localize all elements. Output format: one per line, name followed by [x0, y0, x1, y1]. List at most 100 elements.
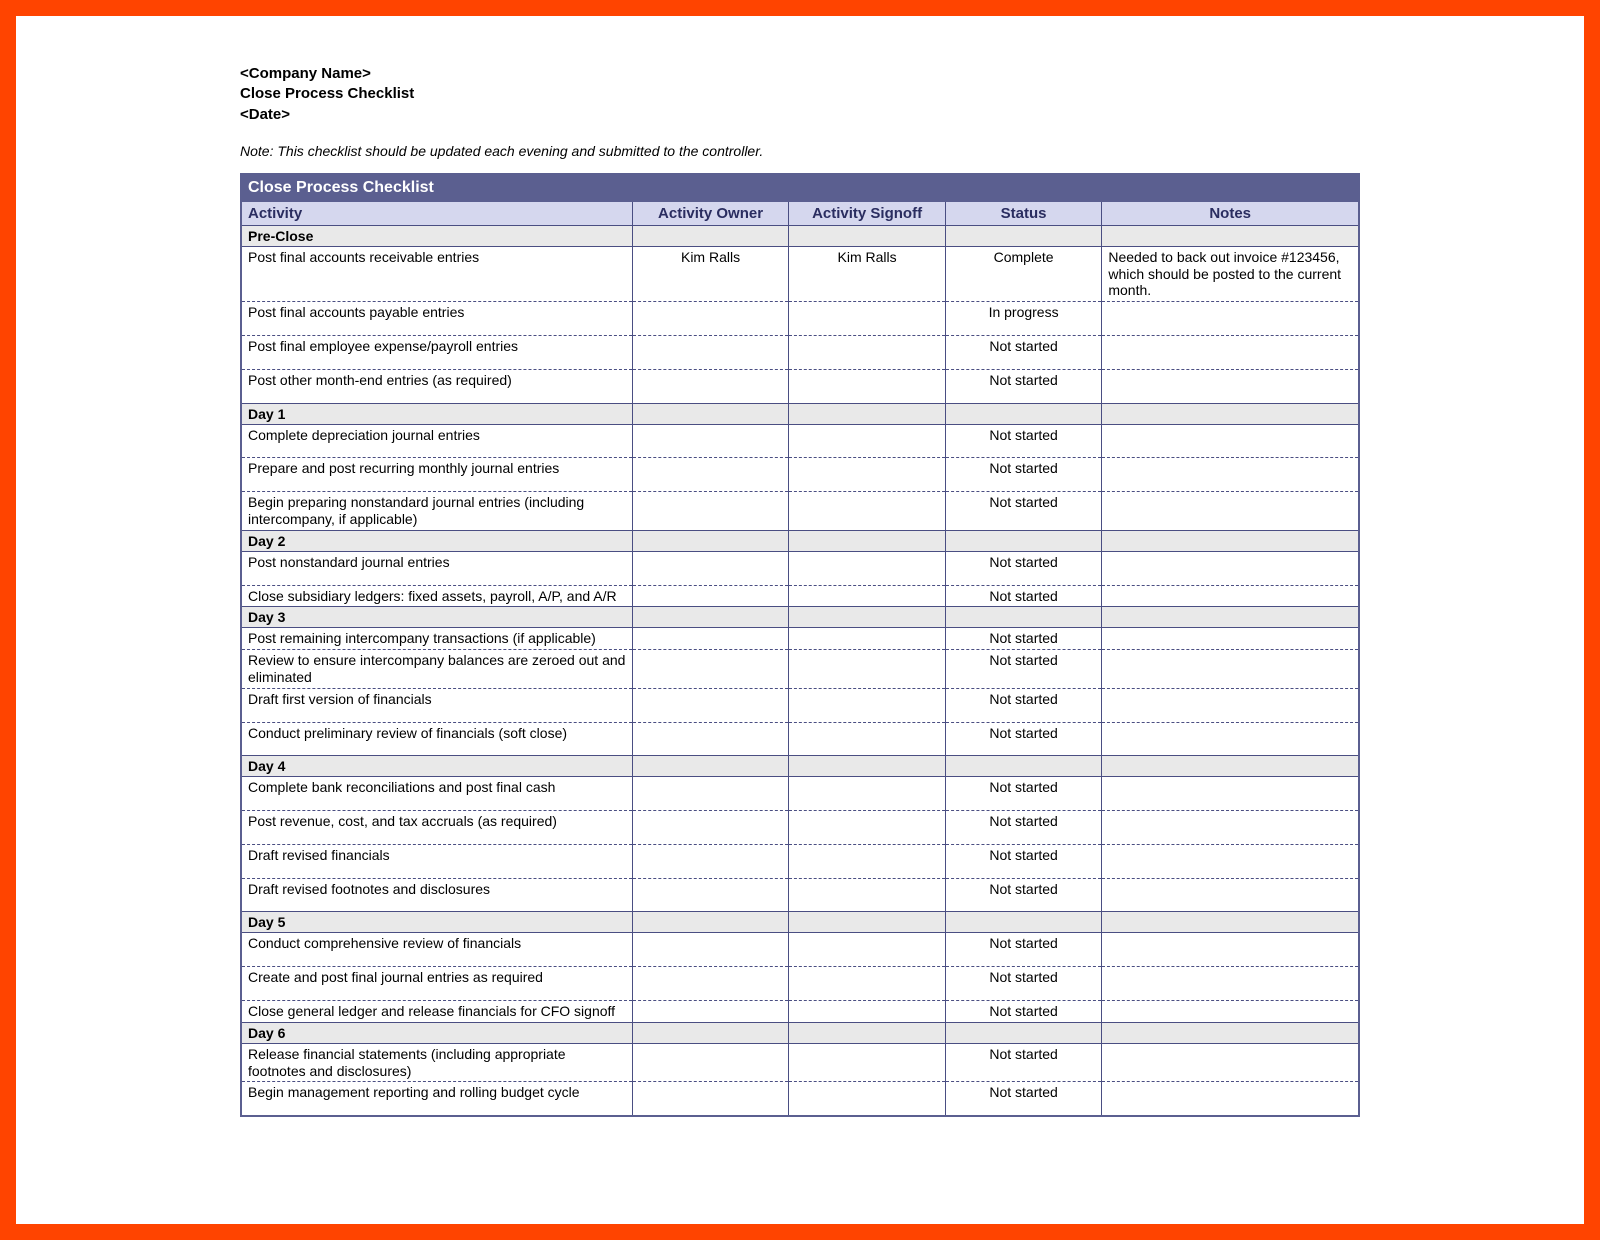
section-row: Day 5 — [241, 912, 1359, 933]
cell-signoff: Kim Ralls — [789, 246, 946, 301]
cell-activity: Draft first version of financials — [241, 688, 632, 722]
table-row: Close general ledger and release financi… — [241, 1001, 1359, 1023]
checklist-table: Close Process Checklist Activity Activit… — [240, 173, 1360, 1118]
cell-activity: Post other month-end entries (as require… — [241, 369, 632, 403]
section-row: Day 1 — [241, 403, 1359, 424]
section-empty-cell — [789, 530, 946, 551]
cell-notes: Needed to back out invoice #123456, whic… — [1102, 246, 1359, 301]
cell-signoff — [789, 551, 946, 585]
cell-notes — [1102, 492, 1359, 531]
cell-owner — [632, 369, 789, 403]
section-row: Day 4 — [241, 756, 1359, 777]
cell-owner — [632, 458, 789, 492]
cell-notes — [1102, 777, 1359, 811]
cell-status: Not started — [945, 458, 1102, 492]
section-empty-cell — [1102, 530, 1359, 551]
section-empty-cell — [632, 756, 789, 777]
table-row: Conduct preliminary review of financials… — [241, 722, 1359, 756]
cell-status: Complete — [945, 246, 1102, 301]
table-row: Begin preparing nonstandard journal entr… — [241, 492, 1359, 531]
cell-signoff — [789, 492, 946, 531]
col-notes: Notes — [1102, 201, 1359, 225]
section-label: Day 2 — [241, 530, 632, 551]
section-row: Pre-Close — [241, 225, 1359, 246]
table-row: Begin management reporting and rolling b… — [241, 1082, 1359, 1116]
cell-status: Not started — [945, 688, 1102, 722]
table-row: Release financial statements (including … — [241, 1043, 1359, 1082]
section-label: Day 3 — [241, 607, 632, 628]
section-empty-cell — [789, 225, 946, 246]
cell-notes — [1102, 551, 1359, 585]
cell-signoff — [789, 967, 946, 1001]
cell-signoff — [789, 933, 946, 967]
cell-activity: Post final accounts payable entries — [241, 302, 632, 336]
cell-signoff — [789, 777, 946, 811]
table-row: Post remaining intercompany transactions… — [241, 628, 1359, 650]
table-row: Complete bank reconciliations and post f… — [241, 777, 1359, 811]
section-empty-cell — [632, 530, 789, 551]
cell-activity: Post final employee expense/payroll entr… — [241, 335, 632, 369]
cell-signoff — [789, 585, 946, 607]
section-empty-cell — [789, 607, 946, 628]
cell-activity: Begin management reporting and rolling b… — [241, 1082, 632, 1116]
cell-activity: Close general ledger and release financi… — [241, 1001, 632, 1023]
cell-activity: Prepare and post recurring monthly journ… — [241, 458, 632, 492]
cell-owner — [632, 1001, 789, 1023]
table-row: Create and post final journal entries as… — [241, 967, 1359, 1001]
cell-signoff — [789, 302, 946, 336]
cell-signoff — [789, 878, 946, 912]
cell-owner — [632, 335, 789, 369]
cell-owner — [632, 302, 789, 336]
cell-owner — [632, 844, 789, 878]
cell-owner — [632, 585, 789, 607]
cell-owner — [632, 688, 789, 722]
cell-status: Not started — [945, 777, 1102, 811]
table-row: Post final accounts receivable entries Ki… — [241, 246, 1359, 301]
cell-notes — [1102, 1082, 1359, 1116]
col-signoff: Activity Signoff — [789, 201, 946, 225]
section-label: Pre-Close — [241, 225, 632, 246]
cell-notes — [1102, 335, 1359, 369]
section-empty-cell — [1102, 756, 1359, 777]
table-row: Conduct comprehensive review of financia… — [241, 933, 1359, 967]
cell-activity: Complete depreciation journal entries — [241, 424, 632, 458]
section-empty-cell — [1102, 607, 1359, 628]
cell-activity: Post nonstandard journal entries — [241, 551, 632, 585]
cell-status: Not started — [945, 551, 1102, 585]
cell-signoff — [789, 811, 946, 845]
cell-signoff — [789, 688, 946, 722]
checklist-body: Close Process Checklist Activity Activit… — [241, 174, 1359, 1117]
section-empty-cell — [945, 403, 1102, 424]
cell-signoff — [789, 458, 946, 492]
cell-status: Not started — [945, 492, 1102, 531]
section-empty-cell — [1102, 225, 1359, 246]
cell-activity: Post final accounts receivable entries — [241, 246, 632, 301]
section-empty-cell — [632, 912, 789, 933]
section-empty-cell — [945, 607, 1102, 628]
cell-status: Not started — [945, 811, 1102, 845]
cell-notes — [1102, 967, 1359, 1001]
cell-activity: Create and post final journal entries as… — [241, 967, 632, 1001]
section-empty-cell — [789, 756, 946, 777]
cell-notes — [1102, 424, 1359, 458]
section-label: Day 1 — [241, 403, 632, 424]
col-activity: Activity — [241, 201, 632, 225]
table-header-row: Activity Activity Owner Activity Signoff… — [241, 201, 1359, 225]
section-label: Day 4 — [241, 756, 632, 777]
cell-owner — [632, 777, 789, 811]
cell-notes — [1102, 722, 1359, 756]
cell-signoff — [789, 1001, 946, 1023]
cell-notes — [1102, 458, 1359, 492]
table-title: Close Process Checklist — [241, 174, 1359, 202]
cell-status: Not started — [945, 1001, 1102, 1023]
cell-status: Not started — [945, 369, 1102, 403]
cell-owner — [632, 811, 789, 845]
cell-status: Not started — [945, 424, 1102, 458]
cell-signoff — [789, 369, 946, 403]
col-owner: Activity Owner — [632, 201, 789, 225]
section-empty-cell — [945, 530, 1102, 551]
cell-status: Not started — [945, 933, 1102, 967]
cell-activity: Review to ensure intercompany balances a… — [241, 650, 632, 689]
cell-status: Not started — [945, 650, 1102, 689]
cell-notes — [1102, 878, 1359, 912]
